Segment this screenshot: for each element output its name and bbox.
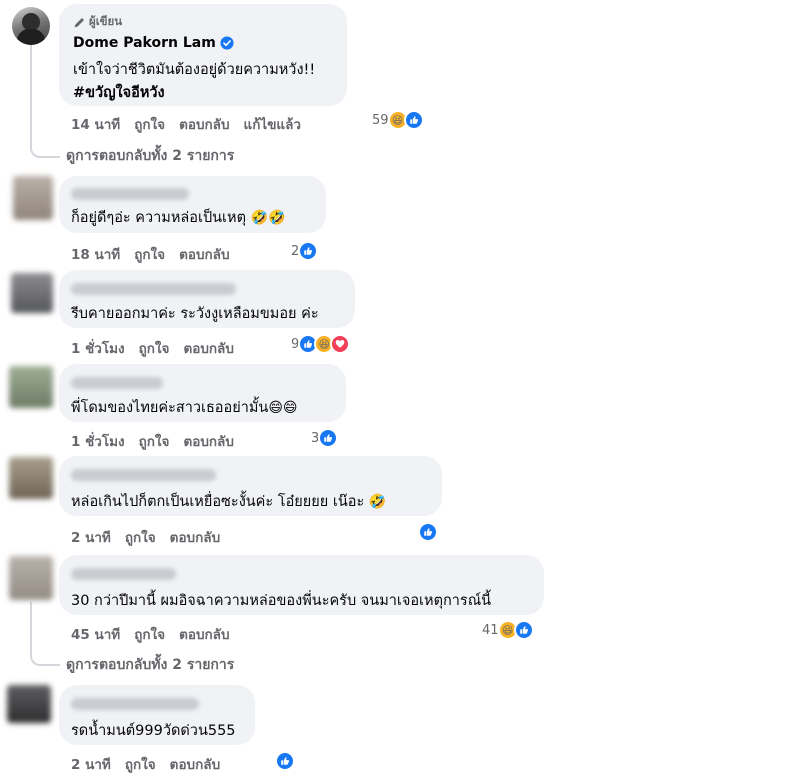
comment-bubble: ผู้เขียน Dome Pakorn Lam เข้าใจว่าชีวิตม… — [59, 4, 347, 106]
comment-text: พี่โดมของไทยค่ะสาวเธออย่ามั้น😄😄 — [71, 400, 298, 416]
reply-button[interactable]: ตอบกลับ — [179, 247, 229, 263]
avatar[interactable] — [11, 273, 53, 313]
like-reaction-icon — [403, 110, 424, 130]
verified-badge-icon — [220, 36, 234, 50]
reaction-summary[interactable]: 59 😆 — [372, 110, 424, 130]
reply-button[interactable]: ตอบกลับ — [183, 434, 233, 450]
reply-button[interactable]: ตอบกลับ — [179, 117, 229, 133]
blurred-author-name — [71, 568, 176, 580]
comment-text: หล่อเกินไปก็ตกเป็นเหยื่อซะงั้นค่ะ โอ๋ยยย… — [71, 494, 387, 510]
emoji: 😄😄 — [268, 400, 298, 416]
author-badge-label: ผู้เขียน — [89, 14, 123, 28]
reaction-summary[interactable]: 9 😆 — [291, 334, 351, 354]
reaction-summary[interactable] — [418, 522, 438, 542]
like-button[interactable]: ถูกใจ — [134, 117, 165, 133]
emoji: 🤣 — [368, 494, 387, 510]
timestamp[interactable]: 45 นาที — [71, 627, 120, 643]
thread-hook — [30, 142, 60, 158]
timestamp[interactable]: 14 นาที — [71, 117, 120, 133]
reaction-summary[interactable] — [275, 751, 295, 771]
comment-actions: 2 นาที ถูกใจ ตอบกลับ — [71, 526, 234, 548]
reaction-summary[interactable]: 3 — [311, 428, 339, 448]
comment-actions: 2 นาที ถูกใจ ตอบกลับ — [71, 753, 234, 775]
thread-hook — [30, 650, 60, 666]
author-badge: ผู้เขียน — [73, 13, 122, 31]
comment-actions: 18 นาที ถูกใจ ตอบกลับ — [71, 243, 244, 265]
comment-bubble: 30 กว่าปีมานี้ ผมอิจฉาความหล่อของพี่นะคร… — [59, 555, 544, 615]
view-replies-link[interactable]: ดูการตอบกลับทั้ง 2 รายการ — [66, 654, 234, 676]
comment-text: รีบคายออกมาค่ะ ระวังงูเหลือมขมอย ค่ะ — [71, 306, 319, 322]
avatar[interactable] — [9, 366, 53, 408]
comment-bubble: รีบคายออกมาค่ะ ระวังงูเหลือมขมอย ค่ะ — [59, 270, 355, 328]
timestamp[interactable]: 18 นาที — [71, 247, 120, 263]
reply-button[interactable]: ตอบกลับ — [170, 757, 220, 773]
blurred-author-name — [71, 469, 216, 481]
like-button[interactable]: ถูกใจ — [139, 341, 170, 357]
reaction-summary[interactable]: 41 😆 — [482, 620, 534, 640]
like-reaction-icon — [318, 428, 339, 448]
author-row: Dome Pakorn Lam — [73, 35, 234, 51]
like-button[interactable]: ถูกใจ — [134, 627, 165, 643]
comment-actions: 45 นาที ถูกใจ ตอบกลับ — [71, 623, 244, 645]
comment-text: รดน้ำมนต์999วัดด่วน555 — [71, 723, 236, 739]
timestamp[interactable]: 2 นาที — [71, 530, 111, 546]
author-name[interactable]: Dome Pakorn Lam — [73, 35, 216, 51]
thread-line — [30, 44, 32, 148]
hashtag-link[interactable]: #ขวัญใจอีหวัง — [73, 81, 165, 104]
reaction-count: 59 — [372, 112, 389, 128]
emoji: 🤣🤣 — [250, 210, 286, 226]
avatar[interactable] — [13, 176, 53, 220]
blurred-author-name — [71, 698, 199, 710]
comment-bubble: รดน้ำมนต์999วัดด่วน555 — [59, 685, 255, 745]
reply-button[interactable]: ตอบกลับ — [183, 341, 233, 357]
comment-bubble: พี่โดมของไทยค่ะสาวเธออย่ามั้น😄😄 — [59, 364, 346, 422]
like-button[interactable]: ถูกใจ — [125, 530, 156, 546]
blurred-author-name — [71, 188, 189, 200]
reply-button[interactable]: ตอบกลับ — [170, 530, 220, 546]
reaction-summary[interactable]: 2 — [291, 241, 319, 261]
avatar[interactable] — [12, 7, 50, 45]
love-reaction-icon — [330, 334, 351, 354]
pencil-icon — [74, 17, 84, 27]
like-button[interactable]: ถูกใจ — [134, 247, 165, 263]
comment-actions: 14 นาที ถูกใจ ตอบกลับ แก้ไขแล้ว — [71, 113, 315, 135]
comment-actions: 1 ชั่วโมง ถูกใจ ตอบกลับ — [71, 337, 248, 359]
timestamp[interactable]: 2 นาที — [71, 757, 111, 773]
comment-bubble: ก็อยู่ดีๆอ่ะ ความหล่อเป็นเหตุ 🤣🤣 — [59, 176, 326, 233]
like-reaction-icon — [275, 751, 295, 771]
comment-text: 30 กว่าปีมานี้ ผมอิจฉาความหล่อของพี่นะคร… — [71, 593, 492, 609]
comment-actions: 1 ชั่วโมง ถูกใจ ตอบกลับ — [71, 430, 248, 452]
thread-line — [30, 602, 32, 656]
avatar[interactable] — [7, 685, 51, 723]
like-reaction-icon — [513, 620, 534, 640]
comment-bubble: หล่อเกินไปก็ตกเป็นเหยื่อซะงั้นค่ะ โอ๋ยยย… — [59, 456, 442, 516]
timestamp[interactable]: 1 ชั่วโมง — [71, 341, 125, 357]
avatar[interactable] — [9, 556, 53, 600]
blurred-author-name — [71, 283, 236, 295]
like-button[interactable]: ถูกใจ — [139, 434, 170, 450]
like-reaction-icon — [298, 241, 319, 261]
comment-text: ก็อยู่ดีๆอ่ะ ความหล่อเป็นเหตุ 🤣🤣 — [71, 210, 286, 226]
edited-label: แก้ไขแล้ว — [243, 117, 301, 133]
avatar[interactable] — [9, 457, 53, 499]
reaction-count: 41 — [482, 622, 499, 638]
timestamp[interactable]: 1 ชั่วโมง — [71, 434, 125, 450]
blurred-author-name — [71, 377, 163, 389]
comment-text: เข้าใจว่าชีวิตมันต้องอยู่ด้วยความหวัง!! — [73, 62, 316, 78]
like-button[interactable]: ถูกใจ — [125, 757, 156, 773]
view-replies-link[interactable]: ดูการตอบกลับทั้ง 2 รายการ — [66, 145, 234, 167]
reply-button[interactable]: ตอบกลับ — [179, 627, 229, 643]
like-reaction-icon — [418, 522, 438, 542]
